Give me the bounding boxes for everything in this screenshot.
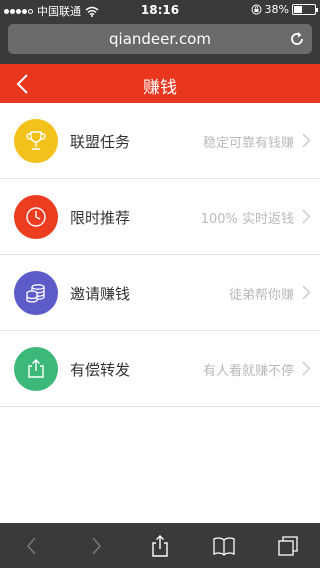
- list-item-paid-share[interactable]: 有偿转发 有人看就赚不停: [0, 331, 320, 407]
- chevron-right-icon: [302, 133, 311, 148]
- battery-icon: [292, 4, 318, 15]
- page-header: 赚钱: [0, 64, 320, 103]
- chevron-right-icon: [92, 536, 102, 555]
- share-icon: [152, 534, 168, 557]
- item-description: 100% 实时返钱: [200, 212, 294, 227]
- browser-tabs-button[interactable]: [268, 526, 308, 566]
- list-item-alliance-tasks[interactable]: 联盟任务 稳定可靠有钱赚: [0, 103, 320, 179]
- list-item-limited-time[interactable]: 限时推荐 100% 实时返钱: [0, 179, 320, 255]
- browser-toolbar: [0, 523, 320, 568]
- browser-bookmarks-button[interactable]: [204, 526, 244, 566]
- browser-back-button[interactable]: [12, 526, 52, 566]
- status-right: 38%: [251, 3, 318, 16]
- item-description: 有人看就赚不停: [202, 364, 294, 379]
- earn-menu-list: 联盟任务 稳定可靠有钱赚 限时推荐 100% 实时返钱 邀请赚钱 徒弟帮你赚 有…: [0, 103, 320, 407]
- page-title: 赚钱: [143, 78, 177, 98]
- browser-forward-button[interactable]: [76, 526, 116, 566]
- chevron-right-icon: [302, 285, 311, 300]
- battery-percent: 38%: [264, 3, 289, 16]
- rotation-lock-icon: [251, 4, 262, 15]
- item-label: 邀请赚钱: [70, 285, 131, 303]
- battery-level: [294, 6, 302, 13]
- item-icon-circle: [14, 119, 58, 163]
- item-description: 稳定可靠有钱赚: [202, 136, 294, 151]
- item-label: 联盟任务: [70, 133, 131, 151]
- coins-icon: [26, 284, 45, 303]
- trophy-icon: [26, 131, 46, 150]
- reload-icon[interactable]: [288, 30, 306, 48]
- item-label: 有偿转发: [70, 361, 131, 379]
- status-bar: 中国联通 18:16 38%: [0, 0, 320, 20]
- item-icon-circle: [14, 271, 58, 315]
- chevron-left-icon: [26, 536, 36, 555]
- tabs-icon: [278, 535, 298, 556]
- item-icon-circle: [14, 347, 58, 391]
- share-icon: [28, 359, 44, 378]
- item-description: 徒弟帮你赚: [228, 288, 294, 303]
- list-item-invite-earn[interactable]: 邀请赚钱 徒弟帮你赚: [0, 255, 320, 331]
- browser-share-button[interactable]: [140, 526, 180, 566]
- item-icon-circle: [14, 195, 58, 239]
- item-label: 限时推荐: [70, 209, 131, 227]
- chevron-right-icon: [302, 361, 311, 376]
- chevron-right-icon: [302, 209, 311, 224]
- clock-icon: [26, 207, 46, 227]
- url-text[interactable]: qiandeer.com: [8, 30, 312, 48]
- address-bar[interactable]: qiandeer.com: [8, 24, 312, 54]
- browser-chrome: 中国联通 18:16 38% qiandeer.com: [0, 0, 320, 64]
- book-icon: [213, 536, 235, 556]
